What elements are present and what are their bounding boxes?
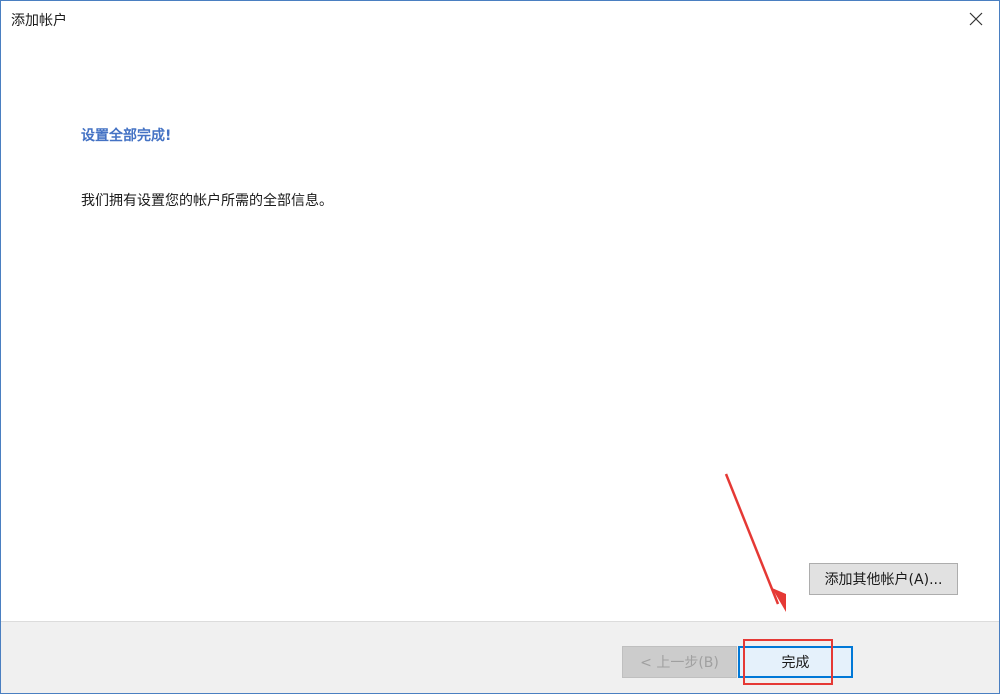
dialog-footer: < 上一步(B) 完成 [1, 621, 999, 693]
finish-button[interactable]: 完成 [738, 646, 853, 678]
back-button: < 上一步(B) [622, 646, 737, 678]
close-button[interactable] [953, 1, 999, 37]
add-account-dialog: 添加帐户 设置全部完成! 我们拥有设置您的帐户所需的全部信息。 添加其他帐户(A… [0, 0, 1000, 694]
page-heading: 设置全部完成! [81, 128, 172, 144]
close-icon [969, 12, 983, 26]
add-other-account-button[interactable]: 添加其他帐户(A)... [809, 563, 958, 595]
title-bar: 添加帐户 [1, 1, 999, 37]
window-title: 添加帐户 [11, 13, 67, 29]
status-message: 我们拥有设置您的帐户所需的全部信息。 [81, 193, 333, 209]
